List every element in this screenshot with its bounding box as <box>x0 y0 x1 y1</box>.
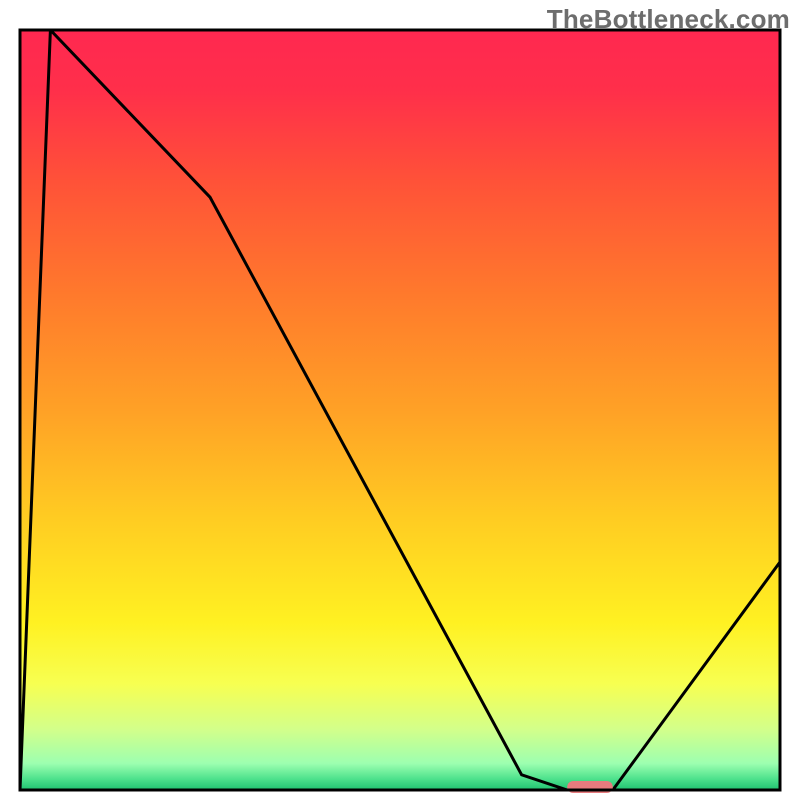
chart-container: TheBottleneck.com <box>0 0 800 800</box>
watermark-label: TheBottleneck.com <box>547 4 790 35</box>
plot-area <box>20 30 780 793</box>
gradient-background <box>20 30 780 790</box>
bottleneck-chart <box>0 0 800 800</box>
